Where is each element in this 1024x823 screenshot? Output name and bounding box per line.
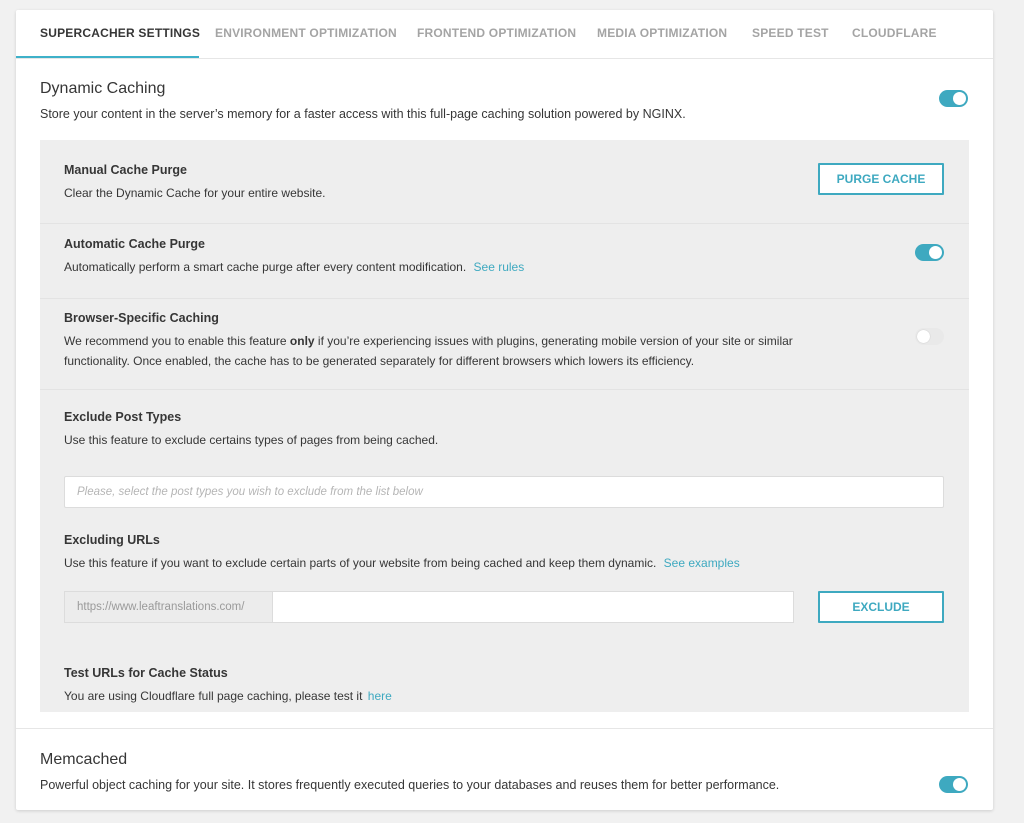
settings-card: SUPERCACHER SETTINGS ENVIRONMENT OPTIMIZ… [16,10,993,810]
browser-caching-description: We recommend you to enable this feature … [64,331,804,371]
memcached-toggle[interactable] [939,776,968,793]
section-divider [16,728,993,729]
test-urls-description: You are using Cloudflare full page cachi… [64,689,363,703]
toggle-knob [953,778,966,791]
dynamic-caching-options-panel: Manual Cache Purge Clear the Dynamic Cac… [40,140,969,712]
tab-speed-test[interactable]: SPEED TEST [752,10,829,59]
url-prefix-label: https://www.leaftranslations.com/ [64,591,272,623]
browser-caching-desc-bold: only [289,334,315,348]
browser-caching-toggle[interactable] [915,328,944,345]
tab-bar: SUPERCACHER SETTINGS ENVIRONMENT OPTIMIZ… [16,10,993,59]
excluding-urls-title: Excluding URLs [64,533,160,547]
test-here-link[interactable]: here [368,689,392,703]
row-divider [40,223,969,224]
tab-cloudflare[interactable]: CLOUDFLARE [852,10,937,59]
see-rules-link[interactable]: See rules [474,260,525,274]
toggle-knob [953,92,966,105]
browser-caching-desc-before: We recommend you to enable this feature [64,334,290,348]
dynamic-caching-title: Dynamic Caching [40,80,166,97]
post-types-select-input[interactable]: Please, select the post types you wish t… [64,476,944,508]
excluding-urls-description-line: Use this feature if you want to exclude … [64,553,740,574]
auto-purge-description-line: Automatically perform a smart cache purg… [64,257,524,278]
exclude-url-input[interactable] [272,591,794,623]
tab-supercacher-settings[interactable]: SUPERCACHER SETTINGS [40,10,200,59]
see-examples-link[interactable]: See examples [664,556,740,570]
toggle-knob [929,246,942,259]
purge-cache-button[interactable]: PURGE CACHE [818,163,944,195]
active-tab-indicator [16,56,199,58]
tab-frontend-optimization[interactable]: FRONTEND OPTIMIZATION [417,10,576,59]
memcached-description: Powerful object caching for your site. I… [40,778,780,792]
exclude-post-types-title: Exclude Post Types [64,410,182,424]
test-urls-description-line: You are using Cloudflare full page cachi… [64,686,392,707]
auto-purge-toggle[interactable] [915,244,944,261]
browser-caching-title: Browser-Specific Caching [64,311,219,325]
toggle-knob [917,330,930,343]
tab-environment-optimization[interactable]: ENVIRONMENT OPTIMIZATION [215,10,397,59]
exclude-button[interactable]: EXCLUDE [818,591,944,623]
test-urls-title: Test URLs for Cache Status [64,666,228,680]
dynamic-caching-toggle[interactable] [939,90,968,107]
row-divider [40,298,969,299]
tab-media-optimization[interactable]: MEDIA OPTIMIZATION [597,10,727,59]
exclude-post-types-description: Use this feature to exclude certains typ… [64,433,439,447]
auto-purge-title: Automatic Cache Purge [64,237,206,251]
dynamic-caching-description: Store your content in the server’s memor… [40,107,686,121]
auto-purge-description: Automatically perform a smart cache purg… [64,260,467,274]
manual-purge-title: Manual Cache Purge [64,163,187,177]
row-divider [40,389,969,390]
excluding-urls-description: Use this feature if you want to exclude … [64,556,657,570]
memcached-title: Memcached [40,751,128,768]
manual-purge-description: Clear the Dynamic Cache for your entire … [64,186,326,200]
